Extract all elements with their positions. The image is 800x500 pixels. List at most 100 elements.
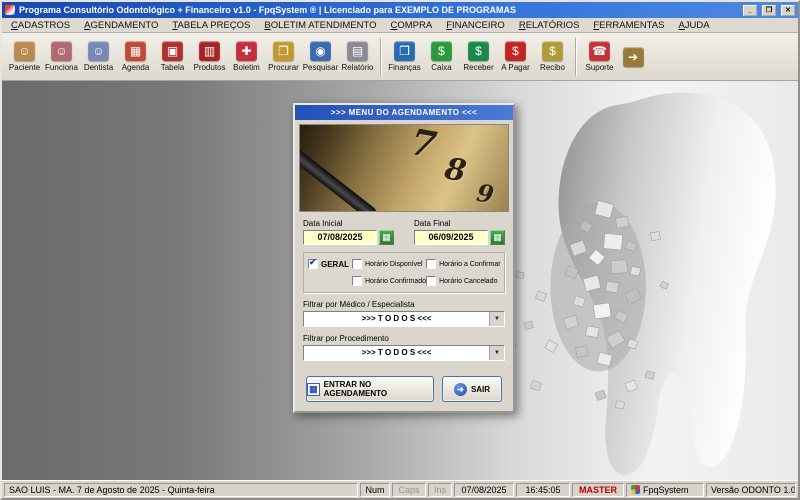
filter-medico-dropdown[interactable]: >>> T O D O S <<< ▼ [303,311,505,327]
photo-number-9: 9 [475,178,496,209]
menu-ajuda[interactable]: AJUDA [671,20,716,31]
data-final-group: Data Final 06/09/2025 ▦ [414,219,505,245]
toolbar-button-tabela[interactable]: ▣ Tabela [154,35,191,79]
toolbar-button-dentista[interactable]: ☺ Dentista [80,35,117,79]
photo-number-7: 7 [407,124,439,167]
date-range-row: Data Inicial 07/08/2025 ▦ Data Final 06/… [295,216,513,245]
data-inicial-input[interactable]: 07/08/2025 [303,230,377,245]
menu-agendamento[interactable]: AGENDAMENTO [77,20,165,31]
toolbar: ☺ Paciente ☺ Funciona ☺ Dentista ▦ Agend… [2,33,798,81]
checkbox-horario-cancelado[interactable]: Horário Cancelado [426,276,500,286]
toolbar-button-funcionario[interactable]: ☺ Funciona [43,35,80,79]
application-window: Programa Consultório Odontológico + Fina… [0,0,800,500]
toolbar-label: Caixa [431,63,451,72]
tooth-image [476,83,798,480]
toolbar-label: Tabela [161,63,185,72]
pen-graphic [299,139,379,212]
toolbar-label: A Pagar [501,63,529,72]
menu-tabela-precos[interactable]: TABELA PREÇOS [165,20,257,31]
filter-procedimento-dropdown[interactable]: >>> T O D O S <<< ▼ [303,345,505,361]
filter-medico-label: Filtrar por Médico / Especialista [303,300,505,309]
brand-label: FpqSystem [643,484,689,496]
close-button[interactable]: ✕ [781,5,795,16]
maximize-button[interactable]: ❐ [762,5,776,16]
data-final-calendar-button[interactable]: ▦ [490,230,505,245]
sair-button[interactable]: ➜ SAIR [442,376,502,402]
finance-books-icon: ❒ [394,41,415,61]
menu-ferramentas[interactable]: FERRAMENTAS [586,20,671,31]
status-version: Versão ODONTO 1.0 [706,483,796,497]
chevron-down-icon[interactable]: ▼ [489,312,504,326]
toolbar-button-financas[interactable]: ❒ Finanças [386,35,423,79]
checkbox-label: Horário Confirmado [365,278,426,285]
checkbox-label: GERAL [321,260,349,269]
toolbar-label: Dentista [84,63,113,72]
calendar-icon: ▦ [125,41,146,61]
status-caps-lock: Caps [392,483,426,497]
toolbar-button-paciente[interactable]: ☺ Paciente [6,35,43,79]
chevron-down-icon[interactable]: ▼ [489,346,504,360]
toolbar-label: Recibo [540,63,565,72]
checkbox-horario-disponivel[interactable]: Horário Disponível [352,259,426,269]
checkbox-box [426,259,436,269]
agendamento-dialog: >>> MENU DO AGENDAMENTO <<< 7 8 9 Data I… [293,103,515,413]
window-title: Programa Consultório Odontológico + Fina… [19,5,738,15]
toolbar-label: Finanças [388,63,420,72]
menu-financeiro[interactable]: FINANCEIRO [439,20,512,31]
toolbar-button-receber[interactable]: $ Receber [460,35,497,79]
menu-cadastros[interactable]: CADASTROS [4,20,77,31]
exit-button[interactable]: ➔ [618,35,648,79]
toolbar-button-suporte[interactable]: ☎ Suporte [581,35,618,79]
data-inicial-calendar-button[interactable]: ▦ [379,230,394,245]
toolbar-button-procurar[interactable]: ❐ Procurar [265,35,302,79]
toolbar-button-agenda[interactable]: ▦ Agenda [117,35,154,79]
sair-button-label: SAIR [471,385,490,394]
toolbar-label: Procurar [268,63,299,72]
checkbox-horario-confirmado[interactable]: Horário Confirmado [352,276,426,286]
toolbar-label: Relatório [341,63,373,72]
status-insert: Ins [428,483,452,497]
exit-door-icon: ➔ [623,47,644,67]
menu-relatorios[interactable]: RELATÓRIOS [512,20,587,31]
toolbar-label: Funciona [45,63,78,72]
toolbar-button-caixa[interactable]: $ Caixa [423,35,460,79]
dentist-icon: ☺ [88,41,109,61]
bulletin-icon: ✚ [236,41,257,61]
checkbox-geral[interactable]: ✔ GERAL [308,259,352,269]
toolbar-button-recibo[interactable]: $ Recibo [534,35,571,79]
menu-boletim-atendimento[interactable]: BOLETIM ATENDIMENTO [257,20,383,31]
desktop-area: >>> MENU DO AGENDAMENTO <<< 7 8 9 Data I… [2,81,798,480]
checkbox-label: Horário Cancelado [439,278,497,285]
checkbox-box [426,276,436,286]
app-icon [5,5,15,15]
titlebar[interactable]: Programa Consultório Odontológico + Fina… [2,2,798,18]
data-inicial-label: Data Inicial [303,219,394,228]
status-num-lock: Num [360,483,390,497]
toolbar-button-apagar[interactable]: $ A Pagar [497,35,534,79]
toolbar-separator [575,38,577,76]
entrar-agendamento-button[interactable]: ▦ ENTRAR NO AGENDAMENTO [306,376,434,402]
receipt-icon: $ [542,41,563,61]
toolbar-button-pesquisar[interactable]: ◉ Pesquisar [302,35,339,79]
check-icon: ✔ [309,257,317,268]
minimize-button[interactable]: _ [743,5,757,16]
checkbox-box [352,259,362,269]
toolbar-label: Agenda [122,63,150,72]
dialog-titlebar[interactable]: >>> MENU DO AGENDAMENTO <<< [295,105,513,120]
staff-icon: ☺ [51,41,72,61]
checkbox-label: Horário Disponível [365,261,423,268]
checkbox-horario-a-confirmar[interactable]: Horário a Confirmar [426,259,500,269]
photo-number-8: 8 [442,151,469,189]
folder-search-icon: ❐ [273,41,294,61]
toolbar-label: Produtos [193,63,225,72]
calendar-photo: 7 8 9 [299,124,509,212]
statusbar: SAO LUIS - MA. 7 de Agosto de 2025 - Qui… [2,480,798,498]
toolbar-label: Pesquisar [303,63,339,72]
toolbar-button-produtos[interactable]: ▥ Produtos [191,35,228,79]
menu-compra[interactable]: COMPRA [383,20,439,31]
data-final-input[interactable]: 06/09/2025 [414,230,488,245]
toolbar-button-boletim[interactable]: ✚ Boletim [228,35,265,79]
toolbar-button-relatorio[interactable]: ▤ Relatório [339,35,376,79]
pay-money-icon: $ [505,41,526,61]
checkbox-box: ✔ [308,259,318,269]
